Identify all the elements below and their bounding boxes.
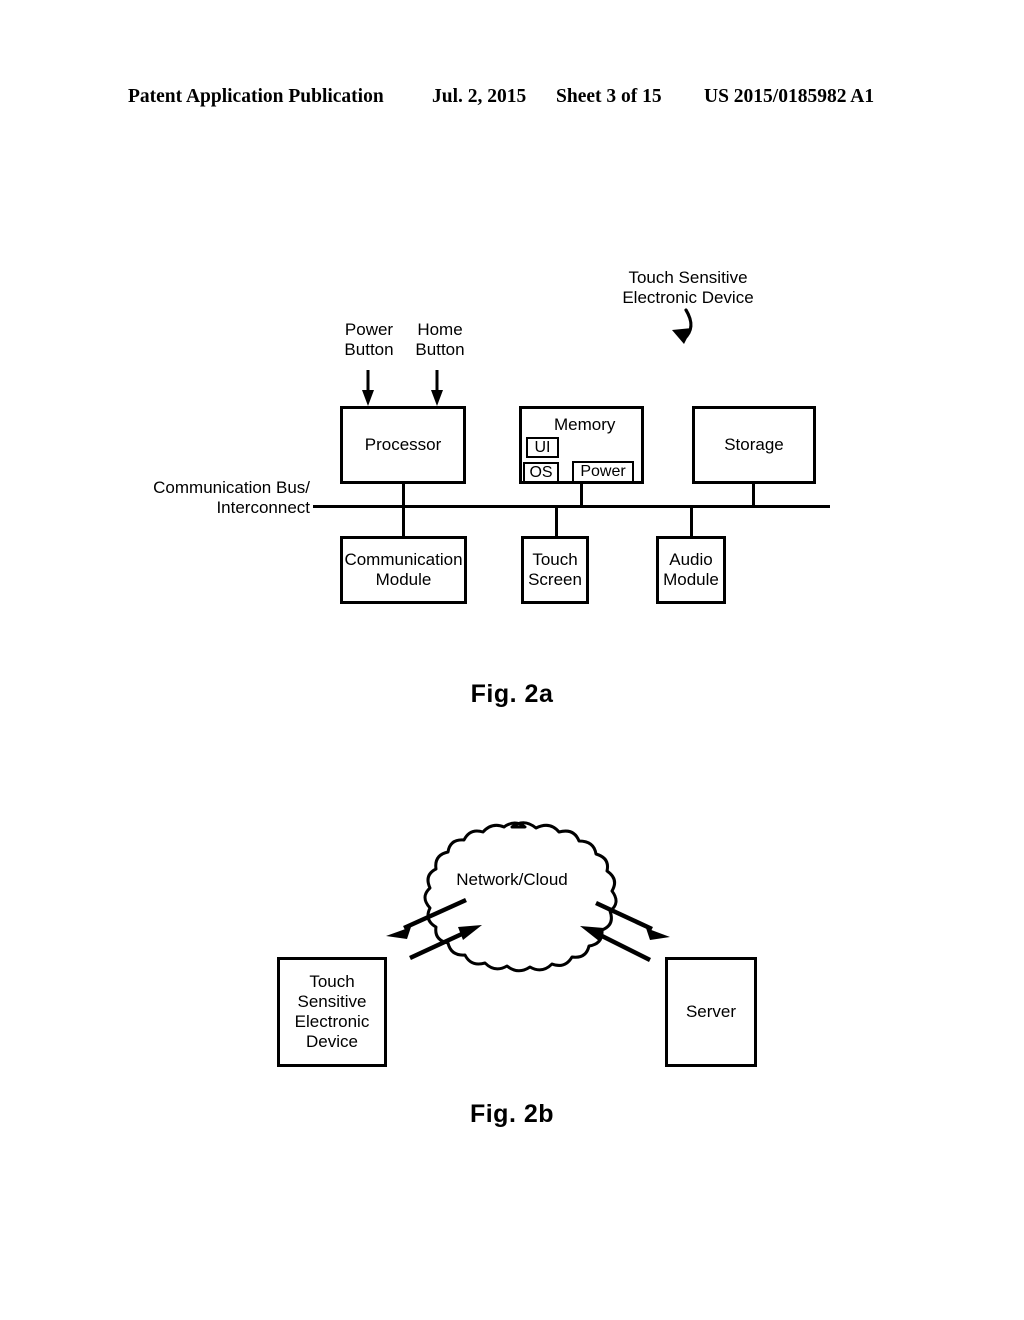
- block-storage[interactable]: Storage: [692, 406, 816, 484]
- memory-item-power[interactable]: Power: [572, 461, 634, 483]
- memory-item-os-label: OS: [529, 463, 553, 481]
- block-touch-screen[interactable]: Touch Screen: [521, 536, 589, 604]
- header-patent-number: US 2015/0185982 A1: [704, 86, 875, 107]
- block-audio-module-label: Audio Module: [663, 549, 719, 589]
- memory-item-power-label: Power: [580, 463, 626, 480]
- node-server-label: Server: [685, 1001, 737, 1021]
- block-communication-module-label: Communication Module: [344, 549, 463, 589]
- block-audio-module[interactable]: Audio Module: [656, 536, 726, 604]
- block-memory-label: Memory: [554, 415, 616, 434]
- communication-bus-line: [313, 505, 830, 508]
- header-publication: Patent Application Publication: [128, 86, 384, 107]
- block-processor-label: Processor: [364, 434, 442, 454]
- connector-memory-to-bus: [580, 483, 583, 507]
- block-processor[interactable]: Processor: [340, 406, 466, 484]
- block-communication-module[interactable]: Communication Module: [340, 536, 467, 604]
- node-touch-sensitive-electronic-device[interactable]: Touch Sensitive Electronic Device: [277, 957, 387, 1067]
- node-touch-sensitive-electronic-device-label: Touch Sensitive Electronic Device: [294, 971, 370, 1052]
- figure-2b-caption: Fig. 2b: [469, 1100, 555, 1128]
- connector-bus-to-audio-module: [690, 505, 693, 538]
- callout-communication-bus: Communication Bus/ Interconnect: [153, 478, 310, 518]
- memory-item-ui[interactable]: UI: [526, 437, 559, 458]
- block-touch-screen-label: Touch Screen: [528, 549, 582, 589]
- block-storage-label: Storage: [724, 434, 784, 454]
- connector-bus-to-touch-screen: [555, 505, 558, 538]
- memory-item-os[interactable]: OS: [523, 462, 559, 483]
- header-date: Jul. 2, 2015: [432, 86, 527, 107]
- connector-storage-to-bus: [752, 483, 755, 507]
- figure-2a-caption: Fig. 2a: [470, 680, 554, 708]
- node-server[interactable]: Server: [665, 957, 757, 1067]
- header-sheet-number: Sheet 3 of 15: [556, 86, 662, 107]
- connector-bus-to-communication-module: [402, 505, 405, 538]
- connector-processor-to-bus: [402, 483, 405, 507]
- figure-2b: Network/Cloud Touch Sensitive Electronic…: [0, 800, 1024, 1180]
- figure-2a: Touch Sensitive Electronic Device Power …: [0, 240, 1024, 720]
- memory-item-ui-label: UI: [534, 438, 551, 456]
- page-header: Patent Application Publication Jul. 2, 2…: [0, 86, 1024, 112]
